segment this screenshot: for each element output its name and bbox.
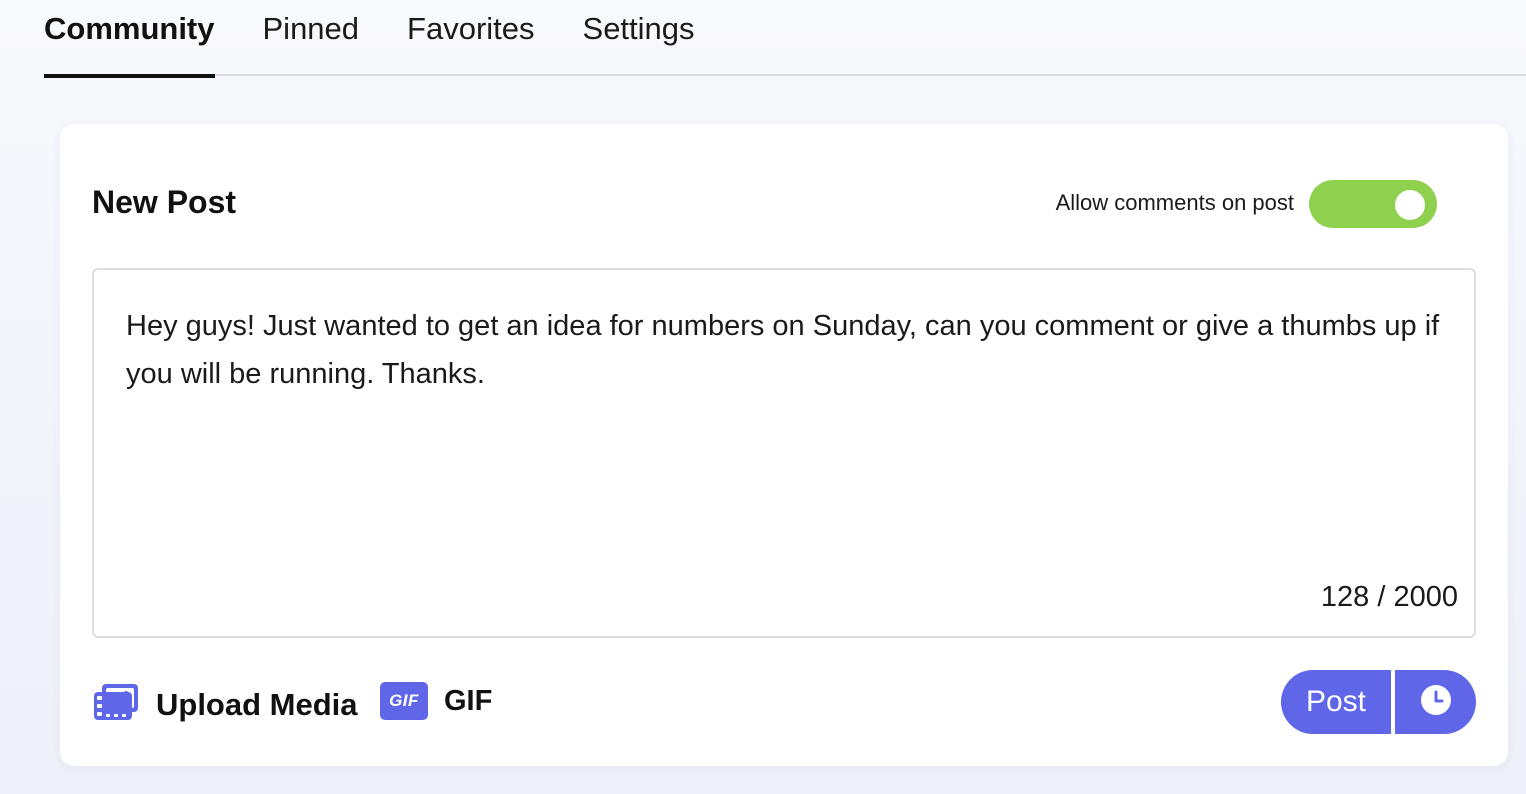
clock-icon: [1419, 683, 1453, 722]
upload-media-button[interactable]: Upload Media: [92, 682, 358, 727]
gif-label: GIF: [444, 684, 493, 717]
upload-media-label: Upload Media: [156, 686, 358, 722]
schedule-post-button[interactable]: [1395, 670, 1476, 734]
tab-pinned[interactable]: Pinned: [263, 0, 360, 76]
allow-comments-toggle[interactable]: [1309, 180, 1437, 228]
toggle-knob: [1395, 190, 1425, 220]
character-counter: 128 / 2000: [1320, 581, 1458, 613]
post-button-group: Post: [1281, 670, 1476, 734]
gif-button[interactable]: GIF GIF: [380, 682, 492, 720]
post-text-area[interactable]: Hey guys! Just wanted to get an idea for…: [92, 268, 1476, 638]
tab-settings[interactable]: Settings: [583, 0, 695, 76]
post-text[interactable]: Hey guys! Just wanted to get an idea for…: [126, 302, 1440, 398]
new-post-title: New Post: [92, 184, 237, 220]
allow-comments-label: Allow comments on post: [1055, 190, 1294, 215]
new-post-card: New Post Allow comments on post Hey guys…: [60, 124, 1508, 766]
tab-community[interactable]: Community: [44, 0, 215, 78]
tab-favorites[interactable]: Favorites: [407, 0, 534, 76]
tab-bar: Community Pinned Favorites Settings: [44, 0, 1526, 78]
post-button[interactable]: Post: [1281, 670, 1391, 734]
image-upload-icon: [92, 682, 140, 727]
gif-icon: GIF: [380, 682, 428, 720]
